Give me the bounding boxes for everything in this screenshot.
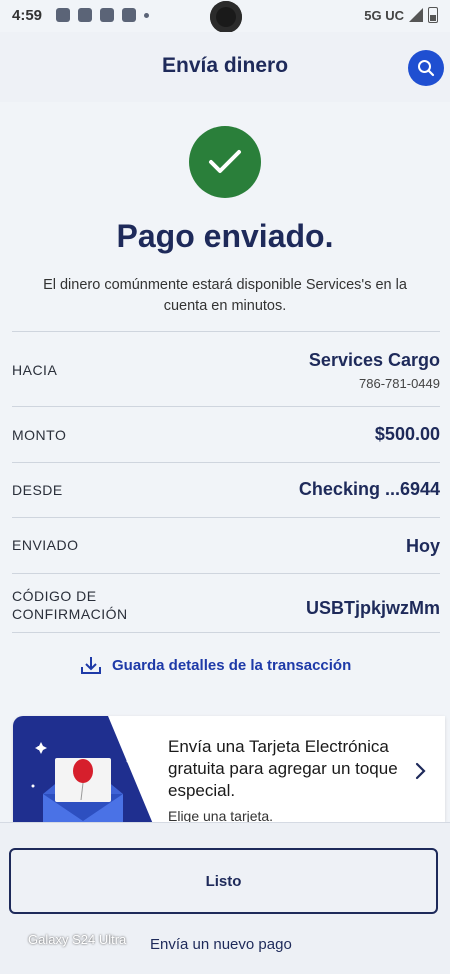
m-app-icon	[100, 8, 114, 22]
device-watermark: Galaxy S24 Ultra	[28, 932, 127, 947]
amount-value: $500.00	[374, 424, 440, 444]
confirmation-code-value: USBTjpkjwzMm	[305, 598, 440, 618]
messenger-icon	[56, 8, 70, 22]
app-header: Envía dinero	[0, 32, 450, 103]
search-icon	[418, 60, 435, 77]
detail-row-confirmation-code: CÓDIGO DE CONFIRMACIÓN USBTjpkjwzMm	[12, 573, 440, 633]
battery-icon	[428, 7, 438, 23]
signal-icon	[409, 8, 423, 22]
bottom-actions: Listo Galaxy S24 Ultra Envía un nuevo pa…	[0, 822, 450, 974]
status-bar: 4:59 5G UC	[0, 0, 450, 33]
temu-icon	[78, 8, 92, 22]
from-label: DESDE	[12, 482, 63, 498]
detail-row-to: HACIA Services Cargo 786-781-0449	[12, 331, 440, 406]
chevron-right-icon[interactable]	[415, 762, 427, 780]
recipient-name: Services Cargo	[308, 350, 440, 370]
save-details-label: Guarda detalles de la transacción	[112, 656, 352, 674]
sent-label: ENVIADO	[12, 537, 79, 553]
status-time: 4:59	[12, 7, 43, 24]
confirmation-content: Pago enviado. El dinero comúnmente estar…	[0, 102, 450, 822]
search-button[interactable]	[408, 50, 444, 86]
promo-cta[interactable]: Elige una tarjeta.	[168, 808, 273, 822]
envelope-balloon-illustration	[13, 716, 153, 822]
detail-row-sent: ENVIADO Hoy	[12, 517, 440, 573]
detail-row-amount: MONTO $500.00	[12, 406, 440, 462]
recipient-phone: 786-781-0449	[359, 376, 440, 391]
front-camera	[210, 1, 242, 33]
detail-row-from: DESDE Checking ...6944	[12, 462, 440, 517]
from-account: Checking ...6944	[298, 479, 440, 499]
success-badge	[189, 126, 261, 198]
transaction-details: HACIA Services Cargo 786-781-0449 MONTO …	[12, 331, 440, 633]
checkmark-icon	[209, 150, 241, 173]
page-title: Envía dinero	[161, 54, 289, 77]
ecard-promo-card[interactable]: Envía una Tarjeta Electrónica gratuita p…	[13, 716, 445, 822]
done-button[interactable]: Listo	[9, 848, 438, 914]
save-details-link[interactable]: Guarda detalles de la transacción	[80, 655, 351, 675]
confirmation-headline: Pago enviado.	[116, 218, 334, 254]
notification-icons	[56, 8, 149, 22]
confirmation-code-label-line1: CÓDIGO DE	[12, 588, 97, 604]
to-label: HACIA	[12, 362, 58, 378]
promo-text: Envía una Tarjeta Electrónica gratuita p…	[168, 737, 398, 800]
download-icon	[81, 657, 101, 674]
confirmation-message: El dinero comúnmente estará disponible S…	[43, 277, 407, 314]
more-notifications-icon	[144, 12, 149, 18]
status-right: 5G UC	[364, 7, 438, 23]
amount-label: MONTO	[12, 427, 67, 443]
confirmation-code-label-line2: CONFIRMACIÓN	[12, 606, 128, 622]
new-payment-link[interactable]: Envía un nuevo pago	[150, 936, 292, 953]
screenshot-icon	[122, 8, 136, 22]
network-type: 5G UC	[364, 7, 404, 23]
sent-value: Hoy	[405, 536, 440, 556]
